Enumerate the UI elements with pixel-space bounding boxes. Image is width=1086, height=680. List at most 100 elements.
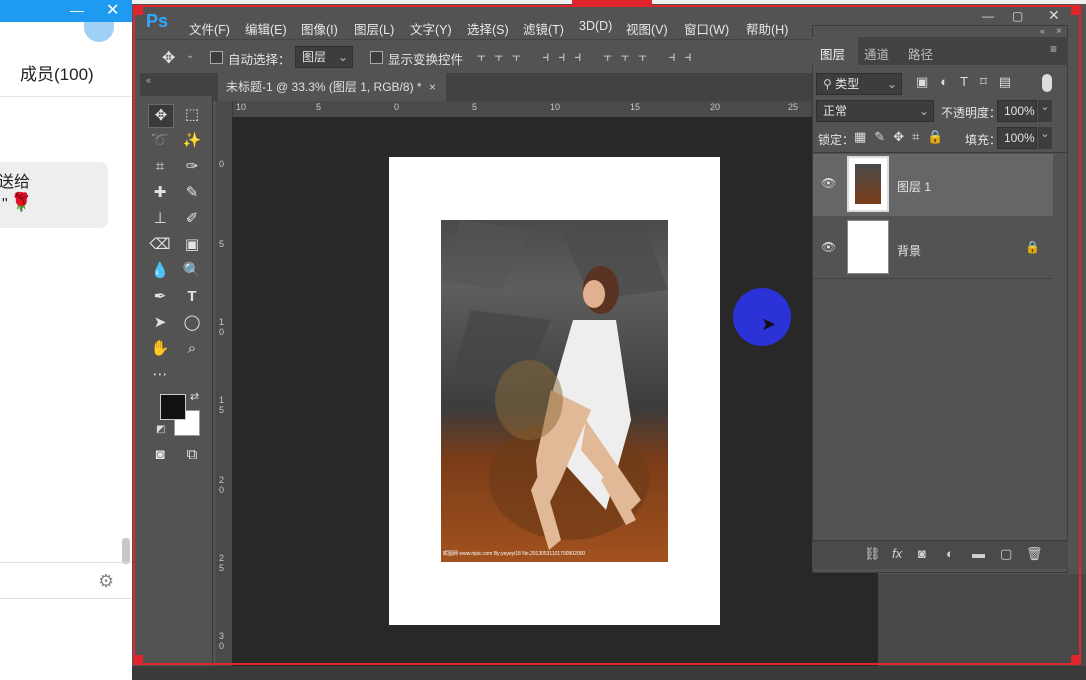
layer-name[interactable]: 背景: [897, 242, 921, 259]
tab-layers[interactable]: 图层: [820, 44, 845, 63]
magic-wand-icon[interactable]: ✨: [180, 130, 204, 152]
close-icon[interactable]: ×: [429, 73, 436, 101]
members-count[interactable]: 成员(100): [0, 60, 132, 85]
menu-help[interactable]: 帮助(H): [746, 19, 788, 38]
foreground-color-swatch[interactable]: [160, 394, 186, 420]
auto-select-dropdown[interactable]: 图层 ⌄: [295, 46, 353, 68]
adjustment-icon[interactable]: ◐: [946, 546, 954, 561]
marquee-tool-icon[interactable]: ⬚: [180, 104, 204, 126]
dodge-tool-icon[interactable]: 🔍: [180, 260, 204, 282]
chevron-down-icon[interactable]: ⌄: [1038, 127, 1052, 149]
menu-3d[interactable]: 3D(D): [579, 19, 612, 33]
menu-window[interactable]: 窗口(W): [684, 19, 729, 38]
layer-name[interactable]: 图层 1: [897, 178, 931, 195]
mask-icon[interactable]: ◙: [918, 546, 926, 561]
layer-row[interactable]: 👁 背景 🔒: [813, 216, 1053, 278]
auto-select-value: 图层: [302, 50, 327, 64]
align-icons[interactable]: ⫟⫟⫟ ⫞⫞⫞ ⫟⫟⫟ ⫞⫞: [477, 48, 701, 65]
menu-select[interactable]: 选择(S): [467, 19, 509, 38]
menu-edit[interactable]: 编辑(E): [245, 19, 287, 38]
default-colors-icon[interactable]: ◩: [156, 424, 165, 435]
filter-icons[interactable]: ▣◐T⌑▤: [916, 74, 1023, 90]
fill-input[interactable]: 100%: [997, 127, 1037, 149]
new-layer-icon[interactable]: ▢: [1000, 546, 1012, 562]
fx-icon[interactable]: fx: [892, 546, 902, 561]
folder-icon[interactable]: ▬: [972, 546, 985, 561]
divider: [0, 96, 132, 97]
maximize-icon[interactable]: ▢: [1012, 9, 1023, 23]
layer-row[interactable]: 👁 图层 1: [813, 154, 1053, 216]
auto-select-checkbox[interactable]: [210, 51, 223, 64]
move-tool-icon[interactable]: ✥: [162, 48, 175, 68]
status-bar: [132, 666, 1086, 680]
screen-mode-icon[interactable]: ⧉: [180, 444, 204, 466]
show-transform-checkbox[interactable]: [370, 51, 383, 64]
link-icon[interactable]: ⛓: [864, 546, 881, 562]
lasso-tool-icon[interactable]: ➰: [148, 130, 172, 152]
ruler-label: 5: [316, 102, 322, 112]
ruler-label: 1 0: [219, 317, 225, 337]
quick-mask-icon[interactable]: ◙: [148, 444, 172, 466]
pen-tool-icon[interactable]: ✒: [148, 286, 172, 308]
collapse-icon[interactable]: «: [146, 75, 151, 85]
chevron-down-icon: ⌄: [918, 104, 929, 118]
chat-scrollbar[interactable]: [122, 538, 130, 564]
ruler-label: 2 0: [219, 475, 225, 495]
minimize-icon[interactable]: —: [982, 9, 994, 23]
frame-corner: [133, 655, 143, 665]
brush-tool-icon[interactable]: ✎: [180, 182, 204, 204]
blur-tool-icon[interactable]: 💧: [148, 260, 172, 282]
swap-colors-icon[interactable]: ⇄: [190, 390, 199, 403]
gear-icon[interactable]: ⚙: [98, 571, 114, 592]
eye-icon[interactable]: 👁: [821, 240, 836, 254]
chevron-down-icon[interactable]: ⌄: [1038, 100, 1052, 122]
hand-tool-icon[interactable]: ✋: [148, 338, 172, 360]
tab-paths[interactable]: 路径: [908, 44, 933, 63]
move-tool-icon[interactable]: ✥: [148, 104, 174, 128]
ruler-label: 10: [236, 102, 247, 112]
filter-value: 类型: [835, 77, 860, 91]
canvas-area[interactable]: [812, 572, 878, 666]
menu-file[interactable]: 文件(F): [189, 19, 230, 38]
blend-mode-dropdown[interactable]: 正常 ⌄: [816, 100, 934, 122]
history-brush-icon[interactable]: ✐: [180, 208, 204, 230]
announcement-icon[interactable]: [84, 22, 114, 42]
chevron-down-icon: ⌄: [886, 77, 897, 91]
clone-stamp-icon[interactable]: ⊥: [148, 208, 172, 230]
menu-image[interactable]: 图像(I): [301, 19, 338, 38]
document-tab[interactable]: 未标题-1 @ 33.3% (图层 1, RGB/8) * ×: [218, 73, 446, 101]
tab-channels[interactable]: 通道: [864, 44, 889, 63]
trash-icon[interactable]: 🗑: [1026, 546, 1043, 562]
eraser-icon[interactable]: ⌫: [148, 234, 172, 256]
layer-filter-dropdown[interactable]: ⚲ 类型 ⌄: [816, 73, 902, 95]
close-icon[interactable]: ✕: [106, 0, 119, 20]
menu-view[interactable]: 视图(V): [626, 19, 668, 38]
photo-layer[interactable]: 昵图网 www.nipic.com By:yeyeyi18 No.2013053…: [441, 220, 668, 562]
eyedropper-icon[interactable]: ✑: [180, 156, 204, 178]
ps-logo: Ps: [146, 11, 169, 31]
gradient-icon[interactable]: ▣: [180, 234, 204, 256]
close-icon[interactable]: ✕: [1048, 7, 1060, 24]
healing-brush-icon[interactable]: ✚: [148, 182, 172, 204]
menu-layer[interactable]: 图层(L): [354, 19, 394, 38]
eye-icon[interactable]: 👁: [821, 176, 836, 190]
quote-mark: ": [2, 196, 8, 213]
minimize-icon[interactable]: —: [70, 2, 84, 18]
lock-icons[interactable]: ▦✎✥⌗🔒: [854, 129, 952, 145]
menu-filter[interactable]: 滤镜(T): [523, 19, 564, 38]
crop-tool-icon[interactable]: ⌗: [148, 156, 172, 178]
zoom-tool-icon[interactable]: ⌕: [180, 338, 204, 360]
path-select-icon[interactable]: ➤: [148, 312, 172, 334]
opacity-input[interactable]: 100%: [997, 100, 1037, 122]
close-icon[interactable]: ×: [1056, 26, 1062, 37]
panel-menu-icon[interactable]: ≡: [1050, 42, 1057, 56]
more-tools-icon[interactable]: ⋯: [148, 364, 172, 386]
photo-watermark: 昵图网 www.nipic.com By:yeyeyi18 No.2013053…: [443, 551, 586, 557]
ruler-label: 20: [710, 102, 721, 112]
type-tool-icon[interactable]: T: [180, 286, 204, 308]
ellipse-tool-icon[interactable]: ◯: [180, 312, 204, 334]
collapse-icon[interactable]: «: [1040, 26, 1045, 36]
filter-toggle[interactable]: [1042, 74, 1052, 92]
menu-type[interactable]: 文字(Y): [410, 19, 452, 38]
chevron-down-icon[interactable]: ⌄: [186, 50, 194, 61]
